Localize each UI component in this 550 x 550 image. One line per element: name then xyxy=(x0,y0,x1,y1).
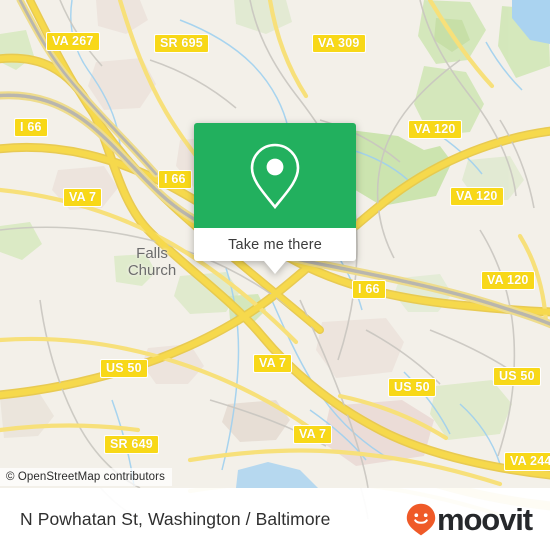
road-shield: US 50 xyxy=(493,367,541,386)
location-title: N Powhatan St, Washington / Baltimore xyxy=(20,508,331,529)
moovit-logo[interactable]: moovit xyxy=(406,501,533,537)
road-shield: I 66 xyxy=(14,118,48,137)
osm-attribution[interactable]: © OpenStreetMap contributors xyxy=(0,468,172,486)
road-shield: SR 695 xyxy=(154,34,209,53)
take-me-there-label: Take me there xyxy=(228,236,322,253)
road-shield: VA 7 xyxy=(253,354,293,373)
road-shield: VA 267 xyxy=(46,32,100,51)
road-shield: US 50 xyxy=(388,378,436,397)
road-shield: I 66 xyxy=(158,170,192,189)
road-shield: VA 7 xyxy=(293,425,333,444)
road-shield: VA 7 xyxy=(63,188,103,207)
moovit-pin-icon xyxy=(406,503,436,535)
place-label: Falls Church xyxy=(127,245,177,280)
popup-image-area xyxy=(194,123,356,228)
map-pin-icon xyxy=(250,143,300,209)
place-label-line: Falls xyxy=(136,245,168,262)
road-shield: I 66 xyxy=(352,280,386,299)
popup-pointer-tail xyxy=(264,261,286,274)
map-screen: VA 267 SR 695 VA 309 I 66 VA 120 I 66 VA 7 VA 1… xyxy=(0,0,550,550)
road-shield: VA 120 xyxy=(408,120,462,139)
take-me-there-button[interactable]: Take me there xyxy=(194,228,356,261)
footer-bar: N Powhatan St, Washington / Baltimore mo… xyxy=(0,488,550,550)
map-canvas[interactable]: VA 267 SR 695 VA 309 I 66 VA 120 I 66 VA 7 VA 1… xyxy=(0,0,550,488)
road-shield: VA 120 xyxy=(450,187,504,206)
destination-popup[interactable]: Take me there xyxy=(194,123,356,274)
road-shield: VA 120 xyxy=(481,271,535,290)
road-shield: VA 309 xyxy=(312,34,366,53)
road-shield: SR 649 xyxy=(104,435,159,454)
road-shield: VA 244 xyxy=(504,452,550,471)
road-shield: US 50 xyxy=(100,359,148,378)
moovit-wordmark: moovit xyxy=(436,501,533,537)
place-label-line: Church xyxy=(127,261,177,279)
